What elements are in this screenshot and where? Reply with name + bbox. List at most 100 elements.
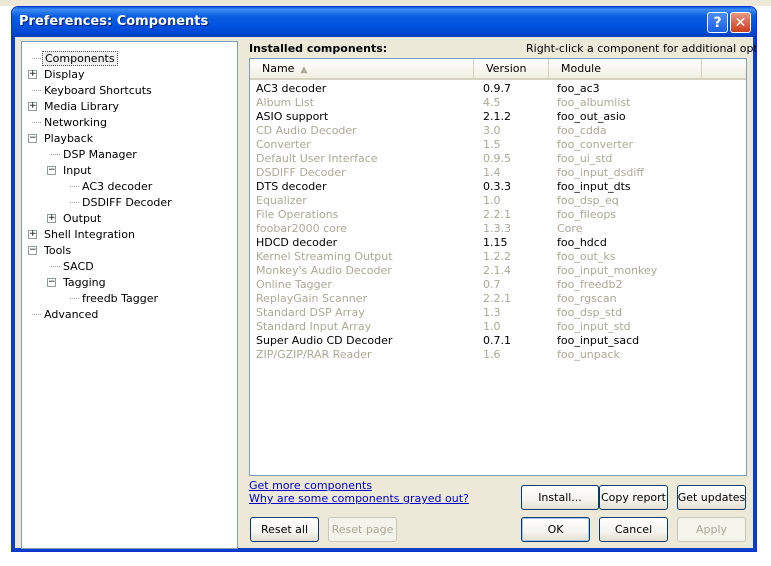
list-header: Name ▲ Version Module bbox=[250, 59, 746, 80]
component-version: 2.1.2 bbox=[483, 110, 511, 123]
collapse-icon[interactable]: − bbox=[28, 134, 37, 143]
tree-item-label: DSDIFF Decoder bbox=[82, 196, 172, 209]
column-header-module[interactable]: Module bbox=[549, 59, 702, 78]
component-row[interactable]: foobar2000 core 1.3.3 Core bbox=[250, 222, 746, 236]
component-row[interactable]: Monkey's Audio Decoder 2.1.4 foo_input_mon… bbox=[250, 264, 746, 278]
ok-button[interactable]: OK bbox=[521, 517, 590, 542]
component-version: 1.3 bbox=[483, 306, 501, 319]
window-frame-left bbox=[12, 37, 15, 551]
right-click-hint: Right-click a component for additional o… bbox=[526, 42, 756, 55]
tree-item[interactable]: Shell Integration bbox=[42, 227, 137, 242]
reset-page-button[interactable]: Reset page bbox=[328, 517, 397, 542]
help-button[interactable]: ? bbox=[707, 12, 728, 33]
component-row[interactable]: ReplayGain Scanner 2.2.1 foo_rgscan bbox=[250, 292, 746, 306]
tree-line bbox=[32, 122, 41, 123]
title-bar[interactable]: Preferences: Components ? ✕ bbox=[12, 7, 756, 37]
tree-item[interactable]: Tagging bbox=[61, 275, 108, 290]
tree-line bbox=[51, 154, 60, 155]
tree-item-label: Display bbox=[44, 68, 85, 81]
tree-item[interactable]: DSDIFF Decoder bbox=[80, 195, 174, 210]
expand-icon[interactable]: + bbox=[47, 214, 56, 223]
collapse-icon[interactable]: − bbox=[28, 246, 37, 255]
components-list[interactable]: Name ▲ Version Module AC3 decoder 0.9.7 foo… bbox=[249, 58, 747, 476]
tree-item[interactable]: AC3 decoder bbox=[80, 179, 154, 194]
component-version: 0.9.7 bbox=[483, 82, 511, 95]
component-module: foo_ui_std bbox=[557, 152, 613, 165]
get-more-components-link[interactable]: Get more components bbox=[249, 479, 372, 492]
expand-icon[interactable]: + bbox=[28, 102, 37, 111]
cancel-button[interactable]: Cancel bbox=[599, 517, 668, 542]
tree-item-label: freedb Tagger bbox=[82, 292, 159, 305]
component-row[interactable]: Kernel Streaming Output 1.2.2 foo_out_ks bbox=[250, 250, 746, 264]
component-module: foo_dsp_std bbox=[557, 306, 623, 319]
install-button[interactable]: Install... bbox=[521, 485, 599, 510]
tree-item[interactable]: DSP Manager bbox=[61, 147, 139, 162]
apply-button[interactable]: Apply bbox=[677, 517, 746, 542]
tree-item-label: Output bbox=[63, 212, 102, 225]
component-row[interactable]: Converter 1.5 foo_converter bbox=[250, 138, 746, 152]
tree-item[interactable]: freedb Tagger bbox=[80, 291, 160, 306]
component-module: foo_input_sacd bbox=[557, 334, 640, 347]
tree-item[interactable]: Display bbox=[42, 67, 87, 82]
tree-item[interactable]: Advanced bbox=[42, 307, 100, 322]
tree-item[interactable]: Tools bbox=[42, 243, 73, 258]
component-name: Online Tagger bbox=[256, 278, 332, 291]
collapse-icon[interactable]: − bbox=[47, 278, 56, 287]
tree-item[interactable]: Keyboard Shortcuts bbox=[42, 83, 154, 98]
tree-item-label: AC3 decoder bbox=[82, 180, 153, 193]
component-row[interactable]: Super Audio CD Decoder 0.7.1 foo_input_sac… bbox=[250, 334, 746, 348]
component-row[interactable]: Default User Interface 0.9.5 foo_ui_std bbox=[250, 152, 746, 166]
component-module: foo_hdcd bbox=[557, 236, 607, 249]
tree-item[interactable]: Playback bbox=[42, 131, 95, 146]
component-version: 1.15 bbox=[483, 236, 508, 249]
expand-icon[interactable]: + bbox=[28, 70, 37, 79]
component-name: ReplayGain Scanner bbox=[256, 292, 367, 305]
component-version: 3.0 bbox=[483, 124, 501, 137]
collapse-icon[interactable]: − bbox=[47, 166, 56, 175]
tree-item[interactable]: SACD bbox=[61, 259, 96, 274]
tree-item[interactable]: Input bbox=[61, 163, 93, 178]
component-row[interactable]: Equalizer 1.0 foo_dsp_eq bbox=[250, 194, 746, 208]
component-module: foo_fileops bbox=[557, 208, 617, 221]
tree-item-label: Networking bbox=[44, 116, 107, 129]
component-version: 4.5 bbox=[483, 96, 501, 109]
component-row[interactable]: HDCD decoder 1.15 foo_hdcd bbox=[250, 236, 746, 250]
column-header-name[interactable]: Name ▲ bbox=[250, 59, 474, 78]
component-version: 2.2.1 bbox=[483, 292, 511, 305]
component-name: AC3 decoder bbox=[256, 82, 327, 95]
component-row[interactable]: ASIO support 2.1.2 foo_out_asio bbox=[250, 110, 746, 124]
component-module: foo_rgscan bbox=[557, 292, 617, 305]
component-name: Default User Interface bbox=[256, 152, 378, 165]
copy-report-button[interactable]: Copy report bbox=[599, 485, 668, 510]
component-row[interactable]: Standard Input Array 1.0 foo_input_std bbox=[250, 320, 746, 334]
component-row[interactable]: Album List 4.5 foo_albumlist bbox=[250, 96, 746, 110]
component-row[interactable]: DSDIFF Decoder 1.4 foo_input_dsdiff bbox=[250, 166, 746, 180]
close-button[interactable]: ✕ bbox=[730, 12, 751, 33]
component-version: 2.1.4 bbox=[483, 264, 511, 277]
tree-item-label: Input bbox=[63, 164, 92, 177]
sort-ascending-icon: ▲ bbox=[300, 65, 308, 75]
component-version: 1.0 bbox=[483, 320, 501, 333]
component-version: 2.2.1 bbox=[483, 208, 511, 221]
component-row[interactable]: DTS decoder 0.3.3 foo_input_dts bbox=[250, 180, 746, 194]
tree-item[interactable]: Components bbox=[42, 51, 118, 66]
component-name: Equalizer bbox=[256, 194, 307, 207]
component-row[interactable]: AC3 decoder 0.9.7 foo_ac3 bbox=[250, 82, 746, 96]
component-row[interactable]: File Operations 2.2.1 foo_fileops bbox=[250, 208, 746, 222]
component-name: ASIO support bbox=[256, 110, 329, 123]
tree-item[interactable]: Media Library bbox=[42, 99, 121, 114]
tree-item[interactable]: Output bbox=[61, 211, 103, 226]
component-row[interactable]: Standard DSP Array 1.3 foo_dsp_std bbox=[250, 306, 746, 320]
expand-icon[interactable]: + bbox=[28, 230, 37, 239]
component-row[interactable]: CD Audio Decoder 3.0 foo_cdda bbox=[250, 124, 746, 138]
column-header-version[interactable]: Version bbox=[474, 59, 549, 78]
component-row[interactable]: Online Tagger 0.7 foo_freedb2 bbox=[250, 278, 746, 292]
tree-line bbox=[70, 186, 79, 187]
reset-all-button[interactable]: Reset all bbox=[250, 517, 319, 542]
tree-item[interactable]: Networking bbox=[42, 115, 109, 130]
component-row[interactable]: ZIP/GZIP/RAR Reader 1.6 foo_unpack bbox=[250, 348, 746, 362]
get-updates-button[interactable]: Get updates bbox=[677, 485, 746, 510]
preferences-tree[interactable]: Components Display + Keyboard Shortcuts Medi… bbox=[21, 41, 238, 549]
component-module: foo_input_dsdiff bbox=[557, 166, 644, 179]
why-grayed-out-link[interactable]: Why are some components grayed out? bbox=[249, 492, 469, 505]
